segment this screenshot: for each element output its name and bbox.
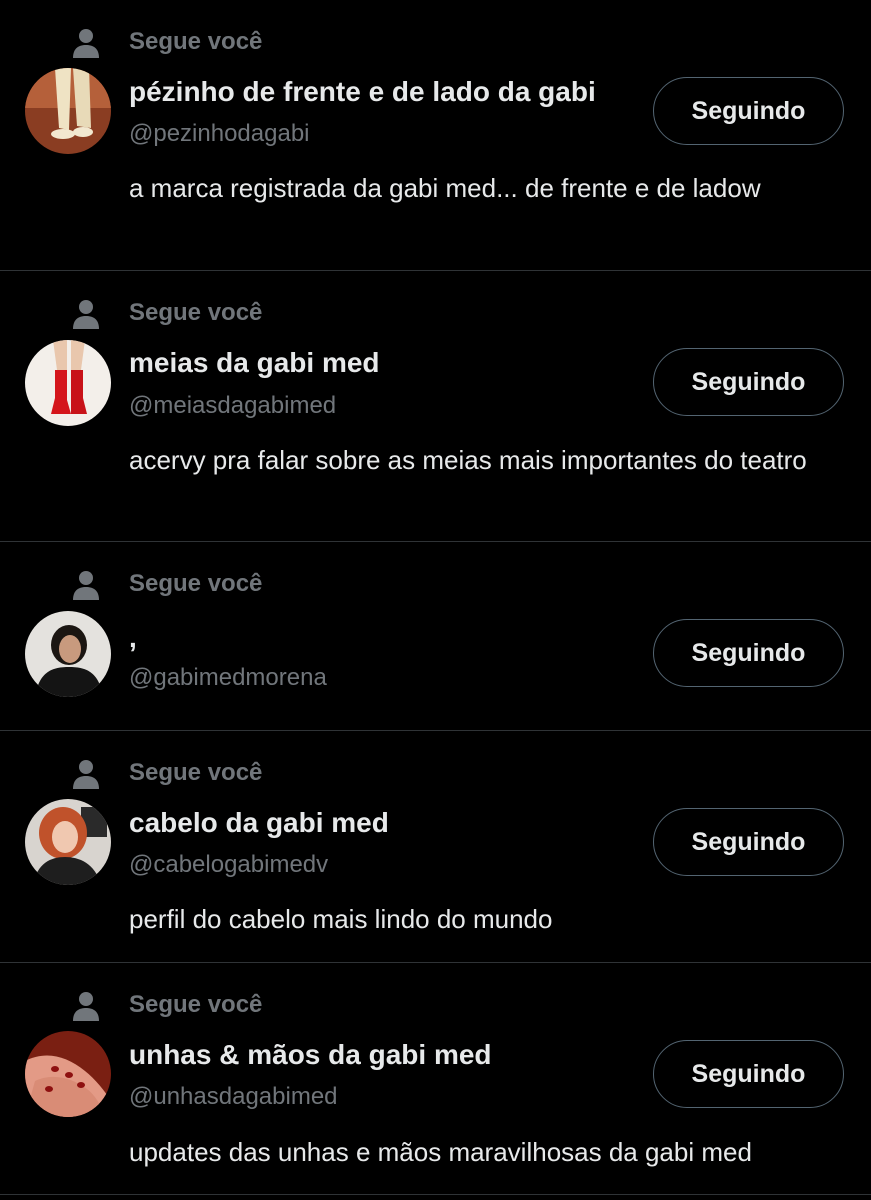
user-handle[interactable]: @meiasdagabimed (129, 392, 336, 420)
user-cell[interactable]: Segue você cabelo da gabi med @cabelogab… (0, 731, 871, 963)
user-bio: acervy pra falar sobre as meias mais imp… (129, 445, 807, 475)
user-handle[interactable]: @pezinhodagabi (129, 120, 310, 148)
user-cell[interactable]: Segue você pézinho de frente e de lado d… (0, 0, 871, 271)
follows-you-label: Segue você (129, 28, 263, 55)
display-name[interactable]: meias da gabi med (129, 347, 380, 379)
followers-list: Segue você pézinho de frente e de lado d… (0, 0, 871, 1200)
display-name[interactable]: pézinho de frente e de lado da gabi (129, 76, 596, 108)
following-button[interactable]: Seguindo (653, 348, 844, 416)
follows-you-label: Segue você (129, 759, 263, 786)
follows-you-context: Segue você (0, 759, 871, 799)
user-handle[interactable]: @gabimedmorena (129, 664, 327, 692)
display-name[interactable]: cabelo da gabi med (129, 807, 389, 839)
follows-you-label: Segue você (129, 299, 263, 326)
portrait-photo-avatar[interactable] (25, 611, 111, 697)
person-icon (72, 759, 100, 789)
person-icon (72, 991, 100, 1021)
display-name[interactable]: unhas & mãos da gabi med (129, 1039, 492, 1071)
follows-you-context: Segue você (0, 299, 871, 339)
user-bio: perfil do cabelo mais lindo do mundo (129, 904, 553, 934)
follows-you-label: Segue você (129, 570, 263, 597)
following-button[interactable]: Seguindo (653, 77, 844, 145)
nails-hands-photo-avatar[interactable] (25, 1031, 111, 1117)
user-handle[interactable]: @cabelogabimedv (129, 851, 328, 879)
user-cell[interactable]: Segue você , @gabimedmorena Seguindo (0, 542, 871, 731)
person-icon (72, 28, 100, 58)
person-icon (72, 570, 100, 600)
red-hair-photo-avatar[interactable] (25, 799, 111, 885)
person-icon (72, 299, 100, 329)
user-cell[interactable]: Segue você unhas & mãos da gabi med @unh… (0, 963, 871, 1195)
user-handle[interactable]: @unhasdagabimed (129, 1083, 338, 1111)
following-button[interactable]: Seguindo (653, 808, 844, 876)
user-bio: a marca registrada da gabi med... de fre… (129, 173, 761, 203)
follows-you-label: Segue você (129, 991, 263, 1018)
follows-you-context: Segue você (0, 28, 871, 68)
user-bio: updates das unhas e mãos maravilhosas da… (129, 1137, 752, 1167)
follows-you-context: Segue você (0, 570, 871, 610)
following-button[interactable]: Seguindo (653, 619, 844, 687)
display-name[interactable]: , (129, 622, 137, 654)
follows-you-context: Segue você (0, 991, 871, 1031)
following-button[interactable]: Seguindo (653, 1040, 844, 1108)
feet-photo-avatar[interactable] (25, 68, 111, 154)
red-socks-photo-avatar[interactable] (25, 340, 111, 426)
user-cell[interactable]: Segue você meias da gabi med @meiasdagab… (0, 271, 871, 542)
